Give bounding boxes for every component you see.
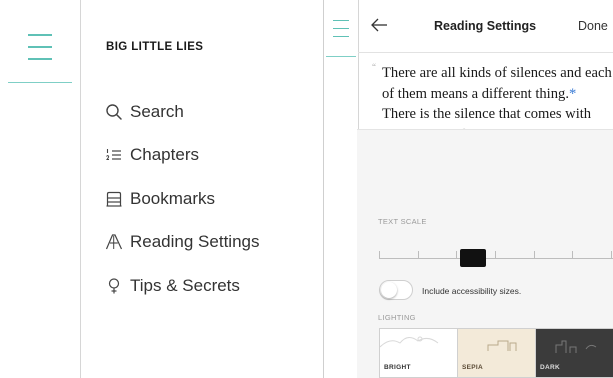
menu-item-search[interactable]: Search bbox=[104, 90, 304, 134]
lighting-options: BRIGHT SEPIA DARK bbox=[379, 328, 613, 378]
left-rail bbox=[0, 0, 81, 378]
contents-menu-screen: BIG LITTLE LIES Search Chapters Bookmark… bbox=[0, 0, 307, 378]
bookmarks-icon bbox=[104, 189, 124, 209]
lighting-option-label: SEPIA bbox=[462, 364, 484, 371]
chapters-icon bbox=[104, 145, 124, 165]
accessibility-label: Include accessibility sizes. bbox=[422, 286, 522, 296]
text-scale-tick bbox=[379, 251, 380, 258]
text-scale-tick bbox=[456, 251, 458, 258]
settings-controls: TEXT SCALE Include accessibility sizes. … bbox=[323, 0, 613, 378]
text-scale-tick bbox=[417, 251, 419, 258]
lighting-bright-option[interactable]: BRIGHT bbox=[379, 328, 458, 378]
text-scale-label: TEXT SCALE bbox=[378, 217, 427, 226]
menu-item-label: Search bbox=[130, 101, 184, 121]
menu-item-chapters[interactable]: Chapters bbox=[104, 134, 304, 178]
text-scale-tick bbox=[572, 251, 574, 258]
menu-item-label: Reading Settings bbox=[130, 232, 260, 252]
accessibility-toggle[interactable] bbox=[379, 280, 413, 300]
contents-menu: Search Chapters Bookmarks Reading Settin… bbox=[104, 90, 304, 308]
text-scale-tick bbox=[495, 251, 496, 258]
lighting-label: LIGHTING bbox=[378, 313, 416, 322]
text-scale-tick bbox=[533, 251, 535, 258]
toggle-knob bbox=[381, 282, 397, 298]
lighting-dark-option[interactable]: DARK bbox=[535, 328, 613, 378]
reading-settings-icon bbox=[104, 232, 124, 252]
menu-item-reading-settings[interactable]: Reading Settings bbox=[104, 221, 304, 265]
hamburger-menu-icon[interactable] bbox=[28, 34, 52, 60]
rail-divider bbox=[8, 82, 72, 83]
search-icon bbox=[104, 102, 124, 122]
menu-item-label: Tips & Secrets bbox=[130, 275, 240, 295]
menu-item-bookmarks[interactable]: Bookmarks bbox=[104, 177, 304, 221]
menu-item-label: Chapters bbox=[130, 145, 199, 165]
tips-icon bbox=[104, 276, 124, 296]
text-scale-tick bbox=[611, 251, 612, 258]
menu-item-tips[interactable]: Tips & Secrets bbox=[104, 264, 304, 308]
menu-item-label: Bookmarks bbox=[130, 188, 216, 208]
lighting-option-label: DARK bbox=[540, 364, 560, 371]
text-scale-thumb[interactable] bbox=[460, 249, 486, 267]
lighting-option-label: BRIGHT bbox=[384, 364, 411, 371]
lighting-sepia-option[interactable]: SEPIA bbox=[457, 328, 536, 378]
book-title: BIG LITTLE LIES bbox=[106, 41, 204, 53]
text-scale-track[interactable] bbox=[379, 258, 613, 259]
